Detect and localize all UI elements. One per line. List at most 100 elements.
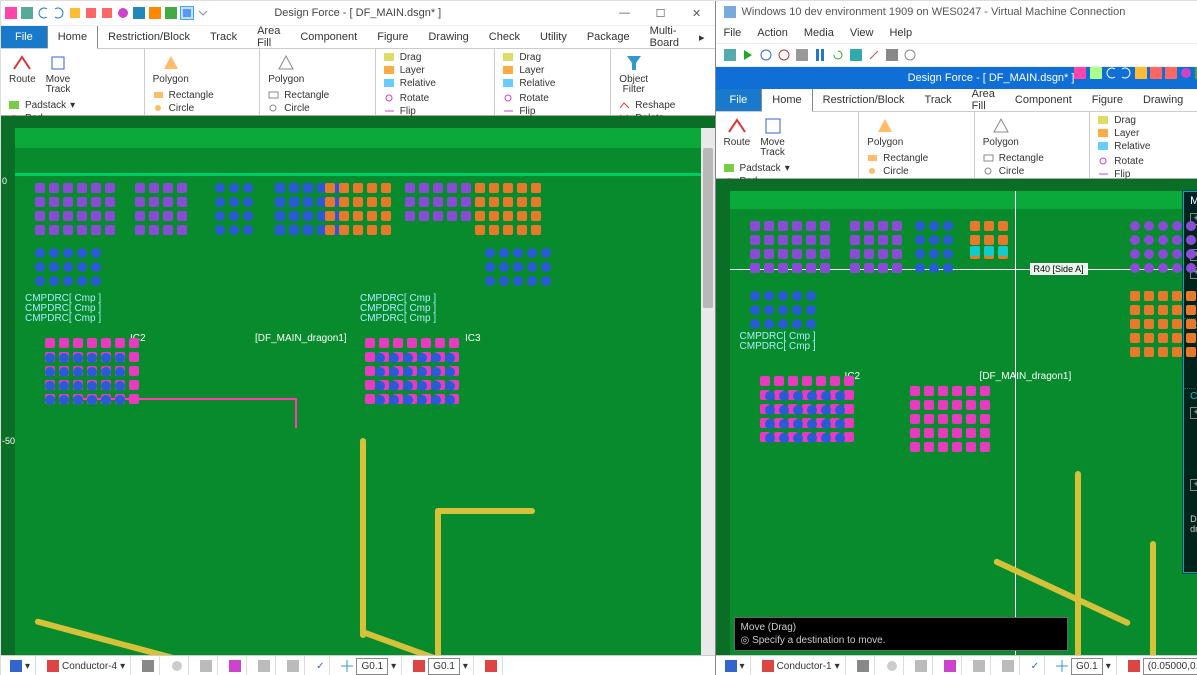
via[interactable] [793, 419, 803, 429]
pad[interactable] [1186, 305, 1196, 315]
pad[interactable] [792, 249, 802, 259]
pad[interactable] [405, 183, 415, 193]
via[interactable] [87, 395, 97, 405]
via[interactable] [778, 319, 788, 329]
pad[interactable] [63, 197, 73, 207]
dropdown-icon[interactable] [197, 7, 209, 19]
via[interactable] [91, 276, 101, 286]
pad[interactable] [924, 428, 934, 438]
pad[interactable] [475, 211, 485, 221]
pad[interactable] [998, 246, 1008, 256]
via[interactable] [1158, 235, 1168, 245]
pad[interactable] [910, 428, 920, 438]
pad[interactable] [984, 235, 994, 245]
pad[interactable] [980, 400, 990, 410]
pad[interactable] [774, 376, 784, 386]
tab-drawing[interactable]: Drawing [418, 26, 478, 48]
tab-track[interactable]: Track [915, 89, 962, 111]
pad[interactable] [393, 338, 403, 348]
pad[interactable] [750, 235, 760, 245]
via[interactable] [115, 381, 125, 391]
pad[interactable] [966, 442, 976, 452]
pad[interactable] [517, 197, 527, 207]
pad[interactable] [1186, 333, 1196, 343]
via[interactable] [1172, 263, 1182, 273]
cutout-rectangle-button[interactable]: Rectangle [264, 89, 333, 102]
pad[interactable] [788, 376, 798, 386]
pad[interactable] [275, 225, 285, 235]
tab-multiboard[interactable]: Multi-Board [640, 26, 689, 48]
areafill-circle-button[interactable]: Circle [863, 165, 932, 178]
tab-file[interactable]: File [1, 26, 47, 48]
pad[interactable] [149, 211, 159, 221]
tab-figure[interactable]: Figure [367, 26, 418, 48]
via[interactable] [806, 291, 816, 301]
via[interactable] [91, 262, 101, 272]
via[interactable] [1172, 235, 1182, 245]
pad[interactable] [129, 394, 139, 404]
pad[interactable] [816, 376, 826, 386]
via[interactable] [499, 276, 509, 286]
pcb-view[interactable]: R40 [Side A] CMPDRC[ Cmp ] CMPDRC[ Cmp ]… [730, 191, 1197, 655]
tab-figure[interactable]: Figure [1082, 89, 1133, 111]
via[interactable] [215, 225, 225, 235]
vm-checkpoint-icon[interactable] [850, 49, 862, 61]
pad[interactable] [163, 225, 173, 235]
pad[interactable] [1144, 319, 1154, 329]
pad[interactable] [325, 197, 335, 207]
pad[interactable] [353, 183, 363, 193]
via[interactable] [417, 353, 427, 363]
pad[interactable] [750, 263, 760, 273]
pad[interactable] [489, 211, 499, 221]
via[interactable] [417, 381, 427, 391]
pad[interactable] [1130, 291, 1140, 301]
via[interactable] [63, 276, 73, 286]
via[interactable] [243, 183, 253, 193]
via[interactable] [431, 395, 441, 405]
pad[interactable] [806, 249, 816, 259]
cutout-circle-button[interactable]: Circle [264, 102, 333, 115]
select-icon[interactable] [181, 7, 193, 19]
via[interactable] [943, 249, 953, 259]
via[interactable] [91, 248, 101, 258]
status-ico[interactable] [200, 660, 212, 672]
reshape-button[interactable]: Reshape [615, 99, 679, 112]
pad[interactable] [275, 183, 285, 193]
via[interactable] [73, 395, 83, 405]
via[interactable] [73, 353, 83, 363]
pad[interactable] [531, 197, 541, 207]
via[interactable] [750, 291, 760, 301]
via[interactable] [215, 197, 225, 207]
pad[interactable] [878, 263, 888, 273]
pad[interactable] [475, 183, 485, 193]
via[interactable] [793, 391, 803, 401]
pad[interactable] [938, 442, 948, 452]
pad[interactable] [924, 442, 934, 452]
pad[interactable] [475, 225, 485, 235]
pad[interactable] [447, 197, 457, 207]
via[interactable] [45, 353, 55, 363]
via[interactable] [243, 197, 253, 207]
pad[interactable] [35, 183, 45, 193]
pad[interactable] [1158, 319, 1168, 329]
tab-utility[interactable]: Utility [530, 26, 577, 48]
pad[interactable] [339, 197, 349, 207]
pad[interactable] [503, 225, 513, 235]
pad[interactable] [367, 183, 377, 193]
via[interactable] [389, 353, 399, 363]
pad[interactable] [129, 380, 139, 390]
via[interactable] [45, 367, 55, 377]
pad[interactable] [966, 414, 976, 424]
pad[interactable] [115, 338, 125, 348]
pad[interactable] [303, 211, 313, 221]
via[interactable] [778, 305, 788, 315]
tab-restriction[interactable]: Restriction/Block [98, 26, 200, 48]
pad[interactable] [517, 183, 527, 193]
pad[interactable] [864, 221, 874, 231]
pad[interactable] [73, 338, 83, 348]
pad[interactable] [1130, 347, 1140, 357]
object-filter-button[interactable]: Object Filter [615, 51, 652, 97]
areafill-polygon-button[interactable]: Polygon [863, 114, 907, 150]
pad[interactable] [149, 197, 159, 207]
via[interactable] [1130, 249, 1140, 259]
